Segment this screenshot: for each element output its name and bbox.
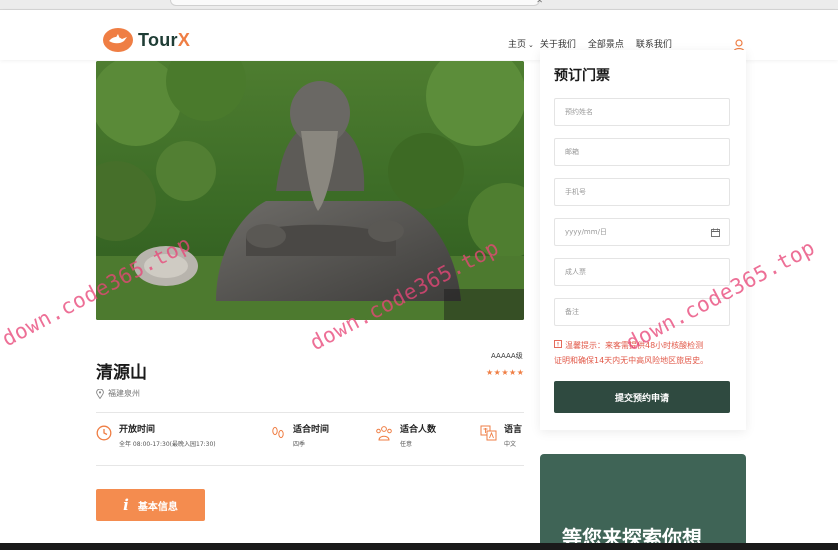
divider [96, 465, 524, 466]
attraction-grade: AAAAA级 [491, 352, 523, 360]
booking-title: 预订门票 [554, 68, 610, 84]
calendar-icon[interactable] [711, 228, 720, 237]
date-placeholder: yyyy/mm/日 [565, 228, 607, 236]
nav-item-attractions[interactable]: 全部景点 [588, 37, 624, 50]
translate-icon [480, 425, 497, 441]
info-item-group-size: 适合人数 任意 [375, 425, 436, 448]
submit-booking-button[interactable]: 提交预约申请 [554, 381, 730, 413]
notice-icon [554, 340, 562, 348]
site-logo[interactable]: TourX [103, 28, 190, 52]
rating-stars: ★★★★★ [486, 368, 525, 377]
bottom-bar [0, 543, 838, 550]
group-icon [376, 426, 392, 441]
info-value: 任意 [400, 441, 413, 448]
logo-text: TourX [138, 29, 191, 50]
info-item-open-time: 开放时间 全年 08:00-17:30(最晚入园17:30) [96, 425, 216, 448]
attraction-title: 清源山 [96, 363, 147, 383]
adult-ticket-field[interactable]: 成人票 [554, 258, 730, 286]
booking-form: 预订门票 预约姓名 邮箱 手机号 yyyy/mm/日 成人票 备注 温馨提示：来… [540, 50, 746, 430]
attraction-location: 福建泉州 [96, 388, 140, 399]
browser-tab-strip: ✕ [170, 0, 543, 6]
nav-item-home[interactable]: 主页 ⌄ [508, 37, 534, 50]
date-field[interactable]: yyyy/mm/日 [554, 218, 730, 246]
close-icon[interactable]: ✕ [536, 0, 543, 5]
info-label: 语言 [504, 425, 523, 435]
basic-info-button[interactable]: i 基本信息 [96, 489, 205, 521]
footprints-icon [272, 426, 284, 439]
hero-image-laozi-statue [96, 61, 524, 320]
info-item-language: 语言 中文 [480, 425, 522, 448]
info-icon: i [123, 496, 129, 514]
browser-top-bar: ✕ [0, 0, 838, 10]
info-label: 适合人数 [400, 425, 437, 435]
nav-item-about[interactable]: 关于我们 [540, 37, 576, 50]
main-nav: 主页 ⌄ 关于我们 全部景点 联系我们 [508, 37, 684, 50]
email-field[interactable]: 邮箱 [554, 138, 730, 166]
info-label: 开放时间 [119, 425, 156, 435]
map-pin-icon [96, 388, 104, 399]
promo-banner: 等您来探索你想 [540, 454, 746, 550]
location-text: 福建泉州 [108, 389, 140, 398]
info-item-suitable-time: 适合时间 四季 [270, 425, 329, 448]
notice-line-2: 证明和确保14天内无中高风险地区旅居史。 [554, 356, 709, 365]
clock-icon [96, 425, 112, 441]
divider [96, 412, 524, 413]
info-value: 中文 [504, 441, 517, 448]
chevron-down-icon: ⌄ [528, 41, 534, 49]
nav-item-contact[interactable]: 联系我们 [636, 37, 672, 50]
logo-bird-icon [103, 28, 133, 52]
name-field[interactable]: 预约姓名 [554, 98, 730, 126]
phone-field[interactable]: 手机号 [554, 178, 730, 206]
info-value: 全年 08:00-17:30(最晚入园17:30) [119, 441, 216, 448]
info-label: 适合时间 [293, 425, 330, 435]
info-value: 四季 [293, 441, 306, 448]
basic-info-label: 基本信息 [137, 501, 178, 513]
